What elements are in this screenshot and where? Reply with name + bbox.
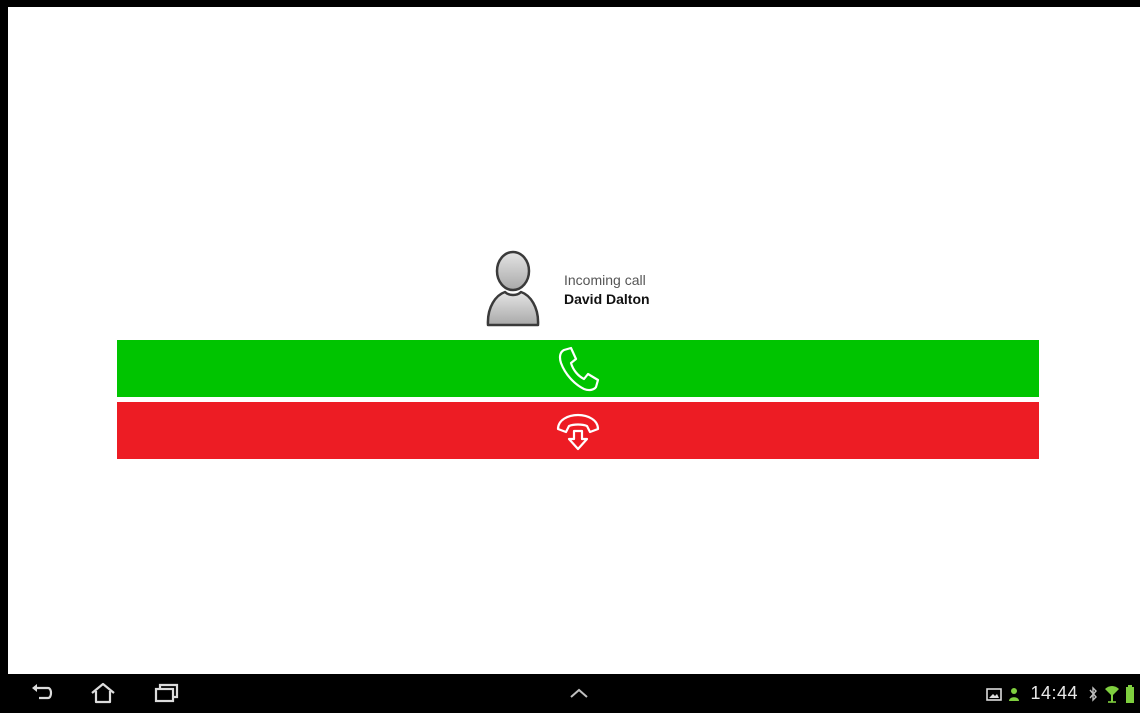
screen: Incoming call David Dalton 14:44 xyxy=(0,0,1140,713)
caller-text: Incoming call David Dalton xyxy=(564,271,650,309)
incoming-call-screen: Incoming call David Dalton xyxy=(8,7,1140,674)
wifi-icon xyxy=(1105,685,1119,703)
user-notification-icon xyxy=(1009,687,1020,701)
back-icon[interactable] xyxy=(30,682,56,704)
gallery-notification-icon xyxy=(986,687,1003,701)
home-icon[interactable] xyxy=(90,682,116,704)
caller-info: Incoming call David Dalton xyxy=(484,249,744,331)
clock: 14:44 xyxy=(1030,683,1078,703)
system-nav-bar: 14:44 xyxy=(0,674,1140,713)
accept-call-button[interactable] xyxy=(117,340,1039,397)
phone-icon xyxy=(558,346,600,391)
decline-call-button[interactable] xyxy=(117,402,1039,459)
caller-name: David Dalton xyxy=(564,291,650,307)
bluetooth-icon xyxy=(1089,685,1097,702)
avatar-icon xyxy=(486,250,540,327)
expand-up-icon[interactable] xyxy=(566,682,592,704)
hangup-icon xyxy=(556,413,600,450)
status-area[interactable]: 14:44 xyxy=(986,674,1134,713)
recent-apps-icon[interactable] xyxy=(153,682,179,704)
battery-icon xyxy=(1126,684,1134,703)
incoming-call-label: Incoming call xyxy=(564,272,646,288)
